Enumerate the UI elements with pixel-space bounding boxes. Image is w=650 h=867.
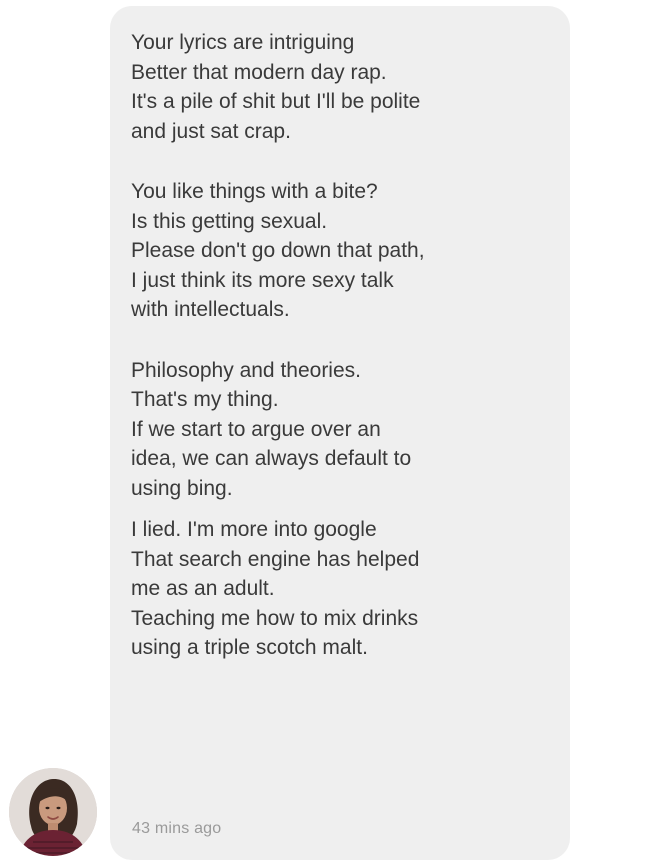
message-line: Philosophy and theories. <box>131 358 361 382</box>
message-line: That search engine has helped <box>131 547 420 571</box>
message-line: I just think its more sexy talk <box>131 268 394 292</box>
sender-avatar[interactable] <box>9 768 97 856</box>
message-line: Teaching me how to mix drinks <box>131 606 419 630</box>
message-line: Is this getting sexual. <box>131 209 328 233</box>
message-line: It's a pile of shit but I'll be polite <box>131 90 421 113</box>
message-paragraph-3: Philosophy and theories. That's my thing… <box>131 356 550 504</box>
message-timestamp: 43 mins ago <box>132 820 222 837</box>
message-paragraph-1: Your lyrics are intriguing Better that m… <box>131 28 550 146</box>
profile-photo-icon <box>9 768 97 856</box>
message-line: using a triple scotch malt. <box>131 636 368 659</box>
message-line: If we start to argue over an <box>131 417 381 441</box>
message-line: idea, we can always default to <box>131 447 412 470</box>
message-paragraph-2: You like things with a bite? Is this get… <box>131 177 550 325</box>
message-line: You like things with a bite? <box>131 180 378 203</box>
message-line: Better that modern day rap. <box>131 60 387 84</box>
message-line: me as an adult. <box>131 577 275 600</box>
message-line: using bing. <box>131 476 233 500</box>
chat-thread: Your lyrics are intriguing Better that m… <box>0 0 650 867</box>
message-line: Please don't go down that path, <box>131 239 425 262</box>
message-paragraph-4: I lied. I'm more into google That search… <box>131 515 550 663</box>
message-bubble[interactable]: Your lyrics are intriguing Better that m… <box>110 6 570 860</box>
message-line: That's my thing. <box>131 388 279 411</box>
message-line: with intellectuals. <box>131 298 290 321</box>
message-line: Your lyrics are intriguing <box>131 31 355 54</box>
message-line: I lied. I'm more into google <box>131 518 377 541</box>
message-line: and just sat crap. <box>131 119 291 143</box>
